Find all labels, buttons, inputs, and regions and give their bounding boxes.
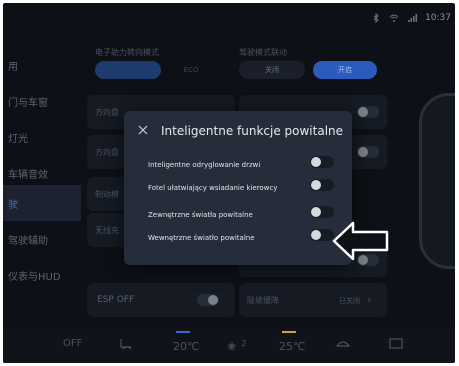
- toggle-easy-entry-seat[interactable]: [310, 179, 334, 191]
- annotation-arrow-icon: [332, 221, 389, 261]
- drive-mode-link-label: 驾驶模式联动: [239, 48, 287, 57]
- drive-mode-off[interactable]: 关闭: [239, 61, 305, 79]
- sidebar-item-driver-assist[interactable]: 驾驶辅助: [3, 221, 81, 257]
- front-defrost-icon[interactable]: [389, 338, 403, 350]
- drive-mode-on[interactable]: 开启: [313, 61, 377, 79]
- row2-toggle[interactable]: [357, 106, 379, 118]
- wifi-icon: [389, 14, 399, 22]
- fan-level: 2: [241, 339, 247, 348]
- row3-toggle[interactable]: [357, 146, 379, 158]
- status-bar: 10:37: [371, 13, 451, 23]
- sidebar-item-doors-windows[interactable]: 门与车窗: [3, 83, 81, 119]
- car-silhouette: [419, 93, 455, 269]
- bluetooth-icon: [373, 13, 379, 23]
- sidebar-item-lighting[interactable]: 灯光: [3, 119, 81, 155]
- steering-option-1[interactable]: [95, 61, 161, 79]
- sidebar-item-instrument-hud[interactable]: 仪表与HUD: [3, 257, 81, 293]
- temp-right: 25℃: [279, 340, 306, 353]
- clock: 10:37: [425, 13, 451, 23]
- toggle-exterior-welcome-lights[interactable]: [310, 206, 334, 218]
- row2-label: 方向盘: [95, 108, 119, 117]
- sidebar-item-driving[interactable]: 驶: [3, 185, 81, 221]
- welcome-functions-dialog: Inteligentne funkcje powitalne Inteligen…: [124, 111, 352, 265]
- steering-option-eco[interactable]: ECO: [171, 61, 211, 79]
- temp-left-indicator: [176, 331, 190, 333]
- infotainment-screen: 10:37 用 门与车窗 灯光 车辆音效 驶 驾驶辅助 仪表与HUD 电子助力转…: [3, 3, 455, 363]
- dialog-title: Inteligentne funkcje powitalne: [161, 124, 344, 138]
- chevron-right-icon: ›: [367, 293, 372, 306]
- climate-off-button[interactable]: OFF: [63, 338, 82, 349]
- row5-label: 无线充: [95, 226, 119, 235]
- settings-sidebar: 用 门与车窗 灯光 车辆音效 驶 驾驶辅助 仪表与HUD: [3, 47, 81, 317]
- frame: 10:37 用 门与车窗 灯光 车辆音效 驶 驾驶辅助 仪表与HUD 电子助力转…: [0, 0, 459, 366]
- option-label-easy-entry-seat: Fotel ułatwiający wsiadanie kierowcy: [148, 184, 278, 192]
- sidebar-item-brand[interactable]: [3, 289, 81, 325]
- temp-right-indicator: [282, 331, 296, 333]
- hill-descent-label: 陡坡缓降: [247, 296, 279, 305]
- signal-icon: [408, 14, 418, 22]
- climate-bar: OFF 20℃ ❀ 2 25℃: [3, 327, 455, 363]
- row4-label: 制动模: [95, 190, 119, 199]
- sidebar-item-general[interactable]: 用: [3, 47, 81, 83]
- hill-descent-panel[interactable]: 陡坡缓降 已关闭 ›: [239, 283, 387, 317]
- row3-label: 方向盘: [95, 148, 119, 157]
- option-label-interior-welcome-light: Wewnętrzne światło powitalne: [148, 234, 255, 242]
- rear-defrost-icon[interactable]: [335, 338, 351, 350]
- temp-left-group[interactable]: 20℃: [173, 331, 200, 354]
- fan-group[interactable]: ❀ 2: [227, 335, 246, 354]
- option-label-smart-unlock: Inteligentne odryglowanie drzwi: [148, 161, 261, 169]
- option-label-exterior-welcome-lights: Zewnętrzne światła powitalne: [148, 211, 253, 219]
- temp-left: 20℃: [173, 340, 200, 353]
- fan-icon: ❀: [227, 340, 237, 353]
- seat-heat-icon[interactable]: [118, 337, 136, 351]
- steering-mode-label: 电子助力转向模式: [95, 48, 159, 57]
- esp-toggle[interactable]: [197, 294, 219, 306]
- temp-right-group[interactable]: 25℃: [279, 331, 306, 354]
- hill-descent-status: 已关闭: [339, 297, 360, 305]
- esp-panel: ESP OFF: [87, 283, 235, 317]
- esp-off-label: ESP OFF: [97, 295, 135, 305]
- close-icon[interactable]: [138, 125, 148, 135]
- toggle-smart-unlock[interactable]: [310, 156, 334, 168]
